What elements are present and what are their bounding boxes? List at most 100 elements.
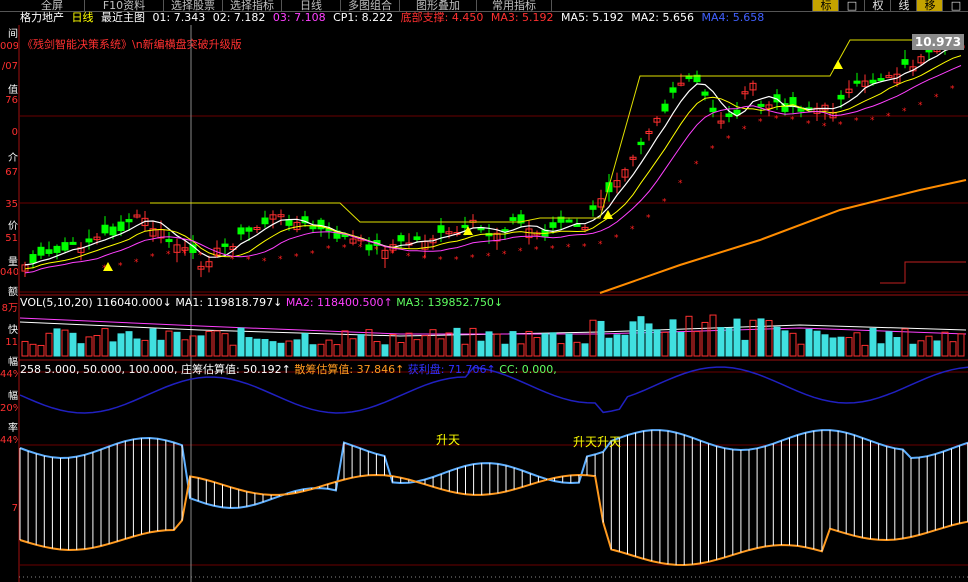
- vol-ma3: MA3: 139852.750↓: [396, 296, 504, 309]
- support-star: *: [902, 107, 907, 117]
- volume-bar: [861, 344, 869, 357]
- volume-bar: [789, 332, 797, 357]
- long-ma-line: [599, 179, 967, 294]
- candle-body: [29, 254, 37, 264]
- volume-bar: [461, 343, 469, 357]
- volume-bar: [709, 314, 717, 357]
- support-star: *: [534, 246, 539, 256]
- vol-name: VOL(5,10,20): [20, 296, 93, 309]
- candle-body: [37, 246, 45, 256]
- candle-body: [877, 78, 885, 82]
- volume-bar: [421, 335, 429, 357]
- candle-body: [261, 217, 269, 225]
- support-star: *: [390, 249, 395, 259]
- volume-bar: [45, 332, 53, 357]
- support-star: *: [134, 258, 139, 268]
- volume-bar: [333, 344, 341, 357]
- volume-bar: [173, 331, 181, 357]
- candle-body: [85, 238, 93, 243]
- volume-bar: [485, 331, 493, 357]
- support-star: *: [246, 256, 251, 266]
- candle-body: [669, 87, 677, 93]
- signal-label: 升天升天: [573, 435, 622, 449]
- support-star: *: [838, 120, 843, 130]
- volume-bar: [141, 339, 149, 357]
- support-star: *: [438, 256, 443, 266]
- candle-body: [221, 243, 229, 247]
- support-star: *: [678, 179, 683, 189]
- volume-bar: [69, 332, 77, 357]
- volume-bar: [245, 337, 253, 357]
- support-star: *: [918, 101, 923, 111]
- candle-body: [413, 236, 421, 241]
- volume-bar: [77, 343, 85, 357]
- candle-body: [509, 217, 517, 221]
- volume-bar: [565, 333, 573, 357]
- support-star: *: [662, 197, 667, 207]
- support-star: *: [950, 85, 955, 95]
- volume-bar: [541, 333, 549, 357]
- ma3-line: [24, 65, 962, 274]
- volume-bar: [869, 327, 877, 357]
- support-star: *: [230, 255, 235, 265]
- candle-body: [589, 205, 597, 210]
- chart-canvas: * * * * * * * * * * * * * * * * * * * * * * * * * * * * * * * * * * * * * * * *…: [18, 25, 968, 582]
- candle-body: [237, 227, 245, 235]
- volume-bar: [589, 319, 597, 357]
- volume-bar: [61, 329, 69, 357]
- volume-bar: [293, 339, 301, 357]
- volume-bar: [373, 341, 381, 357]
- volume-bar: [949, 341, 957, 357]
- support-star: *: [182, 249, 187, 259]
- volume-bar: [269, 341, 277, 357]
- candle-body: [709, 107, 717, 113]
- volume-bar: [37, 344, 45, 357]
- signal-label: 升天: [436, 433, 461, 447]
- volume-bar: [309, 344, 317, 357]
- support-star: *: [582, 243, 587, 253]
- chip-params: 5.000, 50.000, 100.000,: [44, 363, 178, 376]
- support-star: *: [822, 122, 827, 132]
- volume-bar: [829, 337, 837, 357]
- volume-bar: [645, 323, 653, 357]
- support-star: *: [758, 117, 763, 127]
- support-star: *: [294, 253, 299, 263]
- volume-bar: [357, 334, 365, 357]
- volume-bar: [677, 331, 685, 357]
- volume-bar: [389, 334, 397, 357]
- support-star: *: [886, 112, 891, 122]
- volume-bar: [477, 340, 485, 357]
- chip-san: 散筹估算值: 37.846↑: [294, 363, 405, 376]
- support-star: *: [262, 257, 267, 267]
- volume-bar: [133, 338, 141, 357]
- support-star: *: [486, 252, 491, 262]
- candle-body: [901, 59, 909, 65]
- volume-bar: [381, 344, 389, 357]
- volume-bar: [549, 332, 557, 357]
- volume-bar: [285, 340, 293, 357]
- volume-bar: [253, 338, 261, 357]
- step-line: [880, 261, 966, 284]
- support-star: *: [166, 250, 171, 260]
- support-star: *: [422, 255, 427, 265]
- volume-bar: [229, 344, 237, 357]
- chip-info: 258 5.000, 50.000, 100.000, 庄筹估算值: 50.19…: [20, 361, 557, 377]
- candle-body: [661, 103, 669, 112]
- candle-body: [61, 242, 69, 251]
- candle-body: [69, 241, 77, 245]
- support-star: *: [518, 247, 523, 257]
- support-star: *: [342, 243, 347, 253]
- volume-bar: [805, 328, 813, 357]
- buy-signal-marker: [833, 60, 843, 69]
- support-star: *: [934, 93, 939, 103]
- support-star: *: [118, 262, 123, 272]
- volume-bar: [493, 333, 501, 357]
- candle-body: [101, 224, 109, 234]
- volume-bar: [893, 337, 901, 357]
- san-chip-line: [19, 473, 968, 567]
- support-star: *: [470, 253, 475, 263]
- volume-bar: [669, 319, 677, 357]
- volume-bar: [629, 321, 637, 357]
- volume-bar: [741, 339, 749, 357]
- volume-bar: [837, 336, 845, 357]
